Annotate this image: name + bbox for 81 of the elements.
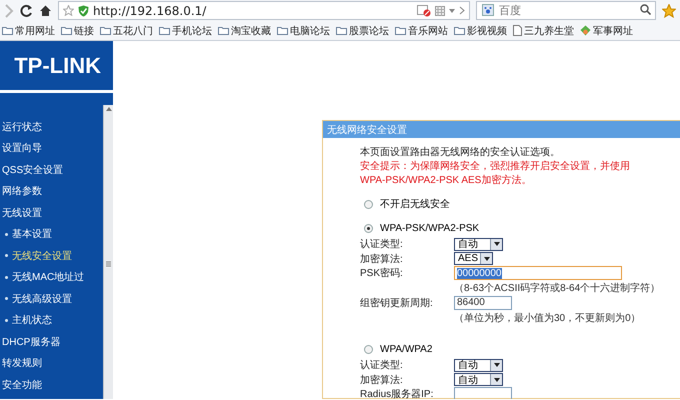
dropdown[interactable]: 自动 — [454, 358, 503, 372]
radio-button[interactable] — [364, 224, 373, 233]
caret-icon — [484, 256, 490, 261]
sidebar-item[interactable]: 无线安全设置 — [0, 245, 72, 266]
bookmark-item[interactable]: 五花八门 — [100, 24, 153, 38]
field-label: 认证类型: — [360, 358, 404, 372]
option-label: WPA/WPA2 — [380, 344, 432, 355]
star-icon[interactable] — [63, 5, 74, 16]
folder-icon — [61, 26, 72, 35]
panel-title: 无线网络安全设置 — [323, 121, 680, 138]
sidebar-item[interactable]: DHCP服务器 — [0, 331, 60, 352]
grid-icon[interactable] — [435, 6, 445, 16]
folder-icon — [454, 26, 465, 35]
search-field[interactable]: 百度 — [476, 1, 656, 20]
folder-icon — [159, 26, 170, 35]
radio-button[interactable] — [364, 345, 373, 354]
field-label: PSK密码: — [360, 266, 404, 280]
field-label: 认证类型: — [360, 238, 404, 252]
brand-logo: TP-LINK — [0, 41, 113, 93]
caret-icon — [494, 363, 500, 368]
caret-icon — [494, 242, 500, 246]
bookmark-item[interactable]: 军事网址 — [580, 24, 633, 38]
dropdown[interactable]: 自动 — [454, 373, 503, 386]
favorite-star-icon[interactable] — [662, 4, 676, 18]
folder-icon — [336, 26, 347, 35]
bookmark-item[interactable]: 股票论坛 — [336, 24, 389, 38]
sidebar-item[interactable]: 无线高级设置 — [0, 288, 72, 310]
shield-check-icon — [78, 4, 89, 16]
forward-chevron-icon[interactable] — [459, 6, 465, 15]
sidebar-item[interactable]: 设置向导 — [0, 138, 42, 159]
address-bar[interactable]: http://192.168.0.1/ — [58, 1, 470, 20]
radio-button[interactable] — [364, 200, 373, 208]
option-label: WPA-PSK/WPA2-PSK — [380, 223, 480, 234]
folder-icon — [277, 26, 288, 35]
folder-icon — [218, 26, 229, 35]
paw-icon — [482, 4, 494, 16]
bookmark-item[interactable]: 影视视频 — [454, 24, 507, 38]
url-text: http://192.168.0.1/ — [93, 4, 208, 18]
intro-text: 本页面设置路由器无线网络的安全认证选项。 — [360, 146, 561, 159]
sidebar-item[interactable]: 无线MAC地址过 — [0, 266, 84, 288]
hint-text: （单位为秒，最小值为30，不更新则为0） — [453, 312, 642, 325]
bookmark-item[interactable]: 电脑论坛 — [277, 24, 330, 38]
blocked-page-icon[interactable] — [417, 4, 431, 16]
bookmark-item[interactable]: 音乐网站 — [395, 24, 448, 38]
dropdown-caret-icon[interactable] — [449, 8, 455, 12]
scrollbar[interactable] — [103, 105, 113, 399]
sidebar-item[interactable]: 安全功能 — [0, 374, 42, 396]
input-field[interactable]: 00000000 — [454, 266, 622, 280]
sidebar-item[interactable]: QSS安全设置 — [0, 159, 64, 180]
sidebar-item[interactable]: 网络参数 — [0, 180, 42, 202]
input-field[interactable] — [454, 387, 512, 399]
folder-icon — [100, 26, 111, 35]
sidebar-item[interactable]: 基本设置 — [0, 224, 52, 245]
warning-text: 安全提示：为保障网络安全，强烈推荐开启安全设置，并使用WPA-PSK/WPA2-PSK AES加密方法。 — [360, 160, 630, 188]
field-label: 加密算法: — [360, 252, 404, 266]
sidebar-item[interactable]: 运行状态 — [0, 116, 42, 138]
field-label: Radius服务器IP: — [360, 388, 434, 399]
option-label: 不开启无线安全 — [380, 198, 450, 211]
field-label: 加密算法: — [360, 374, 404, 387]
scroll-up-icon[interactable] — [106, 107, 112, 111]
input-field[interactable]: 86400 — [454, 296, 512, 310]
bookmark-item[interactable]: 手机论坛 — [159, 24, 212, 38]
colorful-logo-icon — [580, 25, 591, 36]
field-label: 组密钥更新周期: — [360, 296, 434, 310]
scroll-grip-icon — [106, 261, 111, 267]
dropdown[interactable]: 自动 — [454, 238, 503, 251]
hint-text: （8-63个ACSII码字符或8-64个十六进制字符） — [453, 282, 662, 296]
dropdown[interactable]: AES — [454, 252, 493, 266]
home-icon[interactable] — [39, 4, 52, 17]
bookmark-item[interactable]: 三九养生堂 — [513, 24, 574, 38]
bookmark-item[interactable]: 淘宝收藏 — [218, 24, 271, 38]
sidebar-item[interactable]: 转发规则 — [0, 352, 42, 374]
sidebar-item[interactable]: 主机状态 — [0, 310, 52, 331]
bookmark-item[interactable]: 链接 — [61, 24, 94, 38]
reload-icon[interactable] — [20, 4, 33, 17]
folder-icon — [395, 26, 406, 35]
sidebar-item[interactable]: 无线设置 — [0, 202, 42, 224]
search-icon[interactable] — [640, 4, 651, 15]
page-icon — [513, 25, 522, 36]
bookmark-item[interactable]: 常用网址 — [2, 24, 55, 38]
caret-icon — [494, 378, 500, 382]
